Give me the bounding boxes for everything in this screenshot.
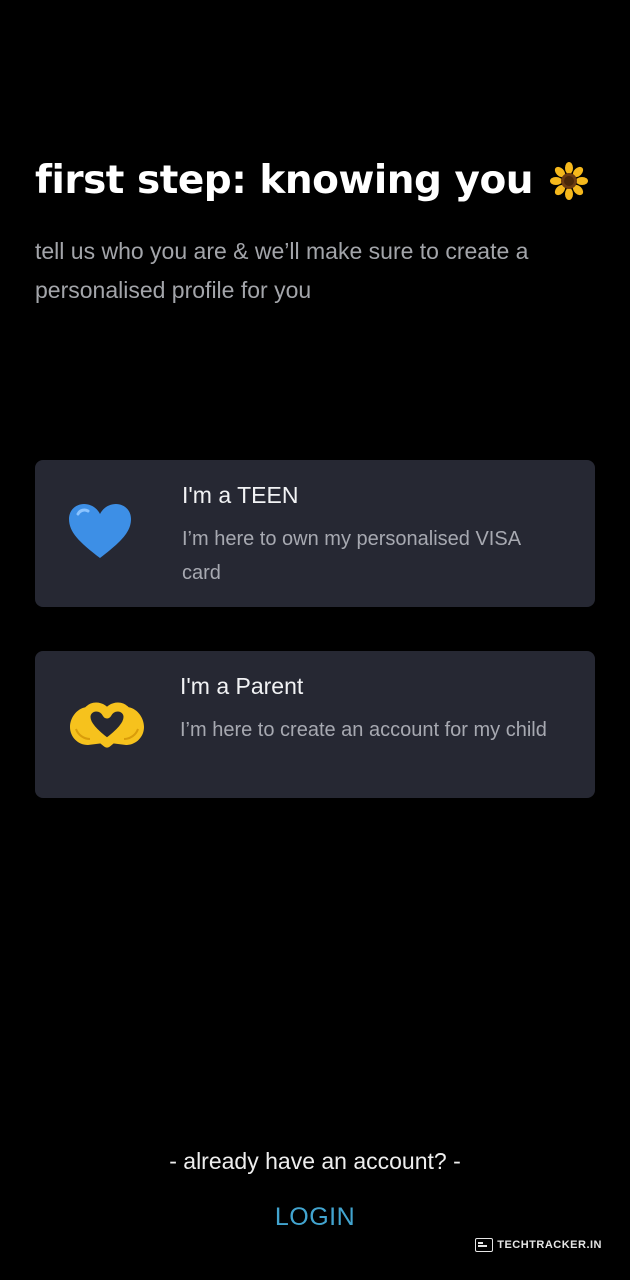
teen-option-description: I’m here to own my personalised VISA car… — [182, 528, 520, 584]
onboarding-screen: first step: knowing you tell us who you … — [0, 0, 630, 1280]
parent-option-title: I'm a Parent — [180, 673, 304, 699]
page-subtitle: tell us who you are & we’ll make sure to… — [35, 238, 529, 303]
already-have-account-text: - already have an account? - — [169, 1148, 461, 1174]
blue-heart-icon — [67, 502, 133, 562]
login-link[interactable]: LOGIN — [265, 1203, 365, 1232]
watermark: TECHTRACKER.IN — [475, 1238, 602, 1252]
parent-option-description: I’m here to create an account for my chi… — [180, 719, 547, 741]
teen-option-card[interactable]: I'm a TEEN I’m here to own my personalis… — [35, 460, 595, 607]
browser-window-icon — [475, 1238, 494, 1252]
heart-hands-icon — [67, 693, 144, 753]
sunflower-icon — [549, 161, 589, 201]
page-title-text: first step: knowing you — [35, 158, 534, 203]
parent-option-card[interactable]: I'm a Parent I’m here to create an accou… — [35, 651, 595, 798]
page-title: first step: knowing you — [35, 158, 589, 203]
teen-option-title: I'm a TEEN — [182, 482, 299, 508]
watermark-text: TECHTRACKER.IN — [497, 1239, 602, 1251]
